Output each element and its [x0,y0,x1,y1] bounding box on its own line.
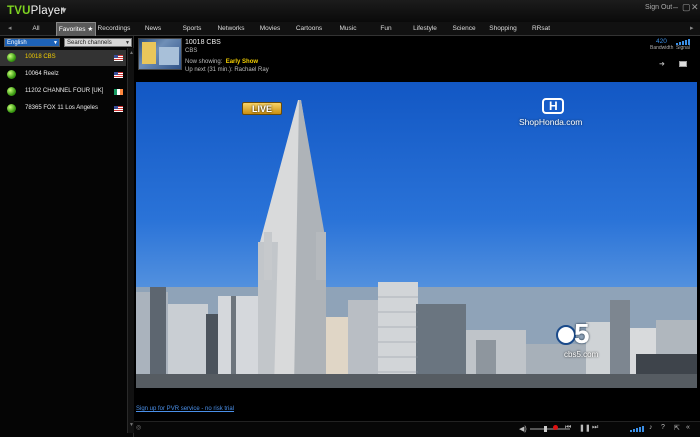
tab-favorites[interactable]: Favorites ★ [56,22,96,36]
tab-cartoons[interactable]: Cartoons [292,22,326,36]
now-showing-title: Early Show [225,59,259,65]
tab-lifestyle[interactable]: Lifestyle [410,22,440,36]
channel-thumbnail [138,38,182,70]
signal-label: Signal [676,45,690,51]
language-value: English [7,40,27,46]
channel-status-icon [7,104,16,113]
bandwidth-label: Bandwidth [650,45,674,51]
pin-icon[interactable]: ➜ [659,60,665,68]
tab-science[interactable]: Science [450,22,478,36]
channel-status-icon [7,53,16,62]
signout-link[interactable]: Sign Out [645,4,672,11]
honda-logo-icon [542,98,564,114]
sidebar-scrollbar[interactable]: ▲ ▼ [127,48,134,433]
language-select[interactable]: English ▼ [4,38,60,47]
cbs5-logo-icon: 5 [556,318,602,349]
chevron-down-icon: ▼ [125,40,130,46]
close-icon[interactable]: ✕ [691,3,699,12]
now-playing-network: CBS [185,48,198,54]
us-flag-icon [114,72,123,78]
volume-knob[interactable] [544,426,547,432]
title-bar: TVUPlayer ▼ Sign Out ‒ ▢ ✕ [0,0,700,22]
now-playing-bar: 10018 CBS CBS Now showing: Early Show Up… [136,36,698,76]
fast-forward-icon[interactable]: ⏭ [592,424,598,432]
channel-row[interactable]: 10018 CBS [0,50,126,66]
channel-row[interactable]: 10064 Reelz [0,67,126,83]
help-icon[interactable]: ? [661,424,665,431]
now-showing: Now showing: Early Show [185,59,258,65]
channel-search-input[interactable]: Search channels ▼ [64,38,132,47]
station-watermark: cbs5.com [564,350,599,359]
record-icon[interactable] [553,425,558,430]
channel-name: 10018 CBS [25,54,56,60]
channel-status-icon [7,87,16,96]
live-badge: LIVE [242,102,282,115]
channel-row[interactable]: 78365 FOX 11 Los Angeles [0,101,126,117]
logo-tvu: TVU [7,5,31,17]
now-showing-label: Now showing: [185,59,223,65]
fullscreen-icon[interactable]: ⇱ [674,424,680,432]
category-tabs: ◂ All Favorites ★ Recordings News Sports… [0,22,700,36]
tab-shopping[interactable]: Shopping [488,22,518,36]
mail-icon[interactable] [679,61,687,67]
channel-row[interactable]: 11202 CHANNEL FOUR [UK] [0,84,126,100]
up-next: Up next (31 min.): Rachael Ray [185,67,269,73]
sponsor-text: ShopHonda.com [519,117,583,127]
tab-fun[interactable]: Fun [376,22,396,36]
tab-recordings[interactable]: Recordings [96,22,132,36]
audio-icon[interactable]: ♪ [649,424,653,431]
channel-status-icon [7,70,16,79]
bandwidth-meter-icon [630,426,644,432]
star-icon: ★ [87,26,94,33]
pause-icon[interactable]: ❚❚ [579,424,591,432]
video-letterbox [136,388,697,404]
tab-news[interactable]: News [140,22,166,36]
volume-icon[interactable]: ◀) [519,425,527,433]
us-flag-icon [114,106,123,112]
tab-movies[interactable]: Movies [256,22,284,36]
channel-name: 10064 Reelz [25,71,59,77]
tabs-right-arrow-icon[interactable]: ▸ [690,22,694,36]
channel-name: 11202 CHANNEL FOUR [UK] [25,88,104,94]
tab-sports[interactable]: Sports [178,22,206,36]
ireland-flag-icon [114,89,123,95]
tab-music[interactable]: Music [336,22,360,36]
tab-rrsat[interactable]: RRsat [530,22,552,36]
player-controls: ◎ ◀) ⏮ ❚❚ ⏭ ♪ ? ⇱ « [134,421,700,437]
pvr-signup-link[interactable]: Sign up for PVR service - no risk trial [136,406,234,412]
video-player[interactable]: LIVE ShopHonda.com 5 cbs5.com [136,82,697,388]
now-playing-title: 10018 CBS [185,39,221,46]
minimize-icon[interactable]: ‒ [673,3,678,12]
video-frame [136,100,697,388]
volume-slider[interactable] [530,426,570,432]
status-indicator-icon: ◎ [136,425,142,431]
chevron-down-icon: ▼ [53,40,58,46]
scroll-up-icon[interactable]: ▲ [129,50,134,56]
tab-networks[interactable]: Networks [214,22,248,36]
tabs-left-arrow-icon[interactable]: ◂ [8,22,12,36]
app-logo[interactable]: TVUPlayer [7,5,64,17]
channel-sidebar: English ▼ Search channels ▼ 10018 CBS 1006… [0,36,134,437]
tab-favorites-label: Favorites [58,26,86,33]
collapse-icon[interactable]: « [686,424,690,431]
bandwidth-value: 420 [656,38,667,45]
rewind-icon[interactable]: ⏮ [565,424,571,432]
app-menu-caret-icon[interactable]: ▼ [60,6,68,15]
maximize-icon[interactable]: ▢ [682,3,691,12]
tab-all[interactable]: All [22,22,50,36]
us-flag-icon [114,55,123,61]
channel-name: 78365 FOX 11 Los Angeles [25,105,98,111]
search-placeholder: Search channels [67,40,112,46]
